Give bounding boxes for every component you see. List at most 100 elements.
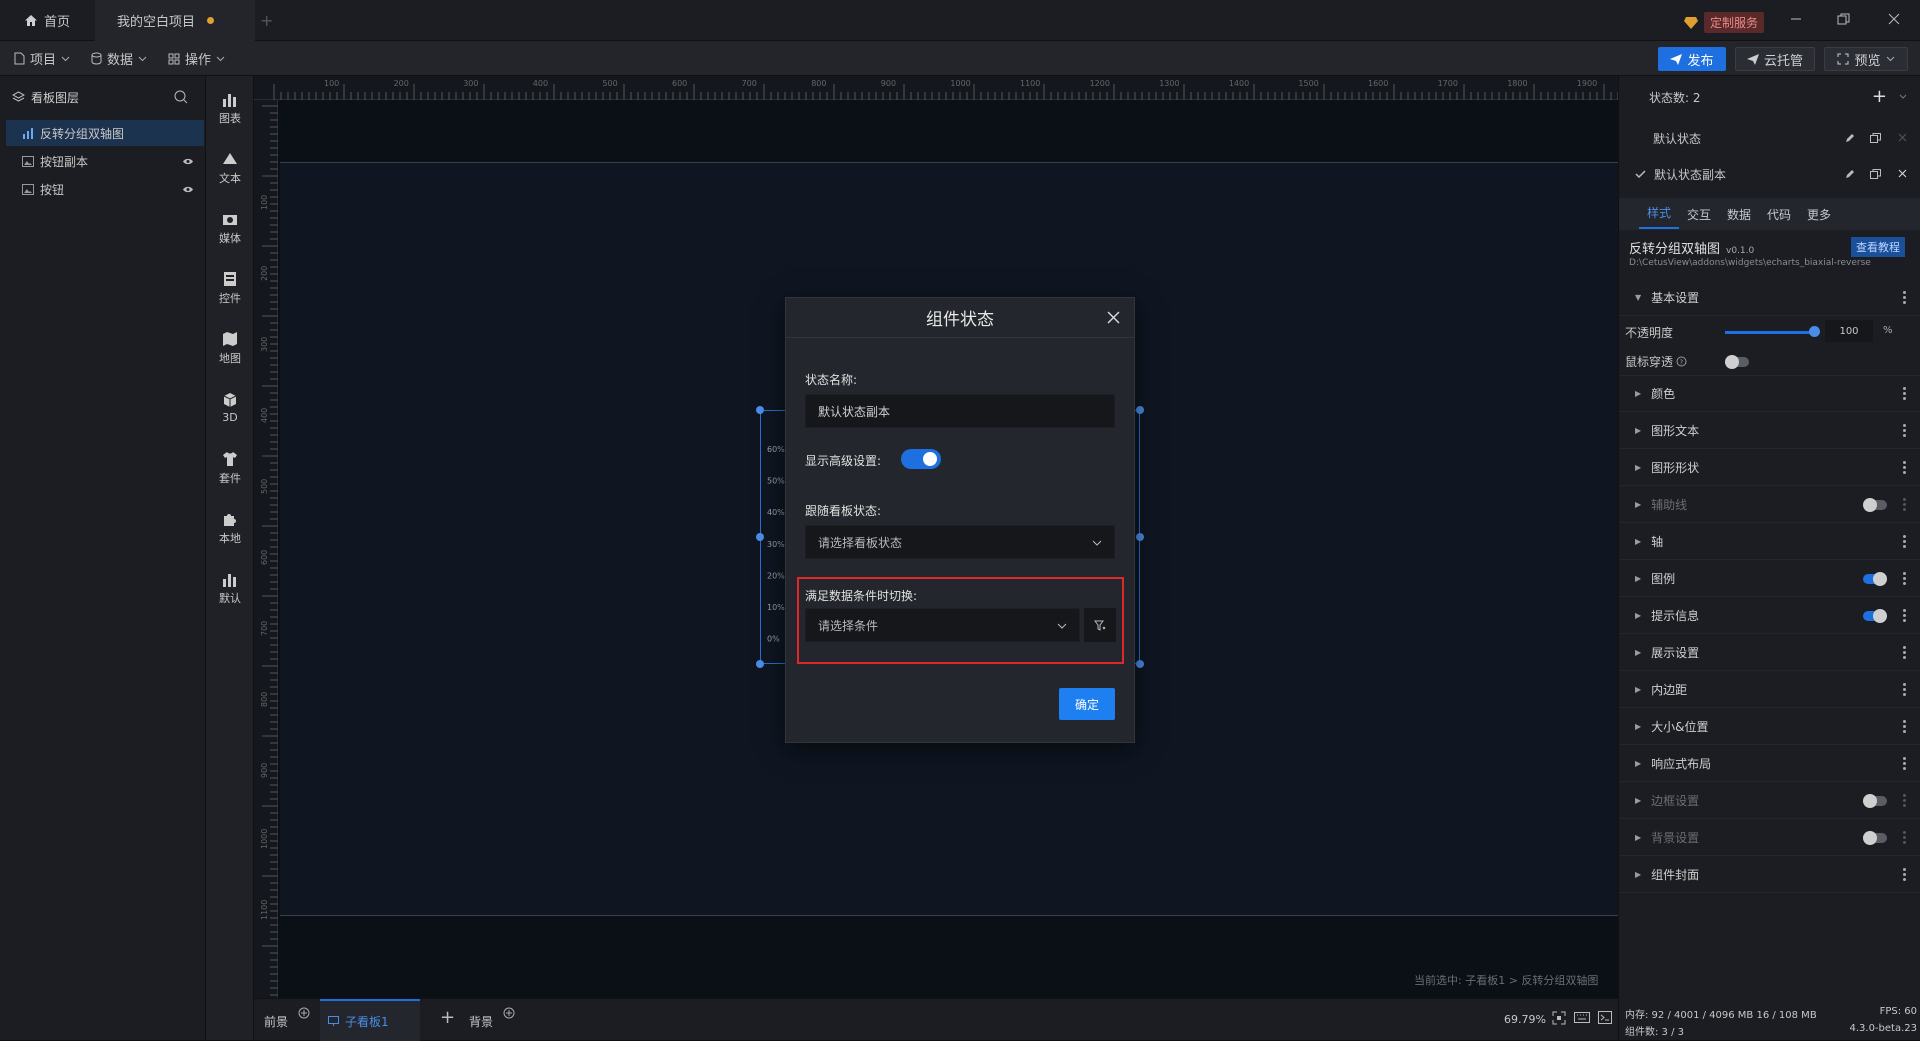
tab-more[interactable]: 更多	[1799, 206, 1839, 223]
layer-item-button-copy[interactable]: 按钮副本	[6, 148, 204, 174]
section-toggle[interactable]	[1863, 498, 1887, 512]
tab-home[interactable]: 首页	[10, 0, 95, 41]
restore-icon[interactable]	[1837, 13, 1850, 25]
opacity-slider-thumb[interactable]	[1809, 326, 1820, 337]
follow-board-select[interactable]: 请选择看板状态	[805, 525, 1115, 559]
section-10[interactable]: ▶ 大小&位置	[1619, 709, 1920, 745]
foreground-tab[interactable]: 前景	[264, 1013, 288, 1030]
library-local[interactable]: 本地	[206, 500, 254, 556]
library-control[interactable]: 控件	[206, 260, 254, 316]
background-tab[interactable]: 背景	[469, 1013, 493, 1030]
fit-screen-icon[interactable]	[1552, 1011, 1566, 1025]
more-icon[interactable]	[1903, 461, 1907, 475]
subboard-tab[interactable]: 子看板1	[320, 999, 420, 1041]
zoom-level[interactable]: 69.79%	[1504, 1013, 1546, 1026]
more-icon[interactable]	[1903, 609, 1907, 623]
terminal-icon[interactable]	[1598, 1011, 1612, 1024]
tab-interaction[interactable]: 交互	[1679, 206, 1719, 223]
menu-project[interactable]: 项目	[14, 41, 70, 76]
chevron-down-icon[interactable]	[1899, 94, 1907, 99]
section-11[interactable]: ▶ 响应式布局	[1619, 746, 1920, 782]
copy-icon[interactable]	[1870, 133, 1881, 143]
add-board-button[interactable]: +	[440, 1007, 455, 1028]
section-basic[interactable]: ▼ 基本设置	[1619, 280, 1920, 316]
delete-icon[interactable]	[1898, 133, 1907, 142]
section-toggle[interactable]	[1863, 831, 1887, 845]
menu-data[interactable]: 数据	[91, 41, 147, 76]
section-13[interactable]: ▶ 背景设置	[1619, 820, 1920, 856]
tutorial-button[interactable]: 查看教程	[1851, 237, 1905, 257]
keyboard-icon[interactable]	[1574, 1012, 1590, 1023]
more-icon[interactable]	[1903, 683, 1907, 697]
edit-icon[interactable]	[1845, 169, 1855, 179]
more-icon[interactable]	[1903, 291, 1907, 305]
resize-handle[interactable]	[756, 406, 764, 414]
state-name-input[interactable]: 默认状态副本	[805, 394, 1115, 428]
close-icon[interactable]	[1107, 311, 1120, 324]
section-toggle[interactable]	[1863, 572, 1887, 586]
eye-icon[interactable]	[182, 157, 194, 166]
more-icon[interactable]	[1903, 646, 1907, 660]
section-2[interactable]: ▶ 图形文本	[1619, 413, 1920, 449]
more-icon[interactable]	[1903, 868, 1907, 882]
tab-code[interactable]: 代码	[1759, 206, 1799, 223]
section-7[interactable]: ▶ 提示信息	[1619, 598, 1920, 634]
tab-data[interactable]: 数据	[1719, 206, 1759, 223]
section-14[interactable]: ▶ 组件封面	[1619, 857, 1920, 893]
menu-ops[interactable]: 操作	[168, 41, 225, 76]
search-icon[interactable]	[174, 90, 188, 104]
add-circle-icon[interactable]	[298, 1007, 310, 1019]
mouse-pass-toggle[interactable]	[1725, 355, 1749, 369]
publish-button[interactable]: 发布	[1658, 47, 1726, 71]
cloud-hosting-button[interactable]: 云托管	[1735, 47, 1815, 71]
library-default[interactable]: 默认	[206, 560, 254, 616]
state-item-default[interactable]: 默认状态	[1619, 122, 1920, 154]
more-icon[interactable]	[1903, 720, 1907, 734]
delete-icon[interactable]	[1898, 169, 1907, 178]
eye-icon[interactable]	[182, 185, 194, 194]
more-icon[interactable]	[1903, 572, 1907, 586]
advanced-toggle[interactable]	[901, 449, 941, 469]
new-tab-button[interactable]: +	[246, 0, 287, 41]
resize-handle[interactable]	[1136, 406, 1144, 414]
minimize-icon[interactable]	[1790, 13, 1802, 25]
library-suite[interactable]: 套件	[206, 440, 254, 496]
more-icon[interactable]	[1903, 498, 1907, 512]
library-3d[interactable]: 3D	[206, 380, 254, 436]
state-item-copy[interactable]: 默认状态副本	[1619, 158, 1920, 190]
section-5[interactable]: ▶ 轴	[1619, 524, 1920, 560]
layer-item-chart[interactable]: 反转分组双轴图	[6, 120, 204, 146]
add-circle-icon[interactable]	[503, 1007, 515, 1019]
section-8[interactable]: ▶ 展示设置	[1619, 635, 1920, 671]
more-icon[interactable]	[1903, 757, 1907, 771]
section-4[interactable]: ▶ 辅助线	[1619, 487, 1920, 523]
library-chart[interactable]: 图表	[206, 80, 254, 136]
section-3[interactable]: ▶ 图形形状	[1619, 450, 1920, 486]
resize-handle[interactable]	[1136, 533, 1144, 541]
edit-icon[interactable]	[1845, 133, 1855, 143]
layer-item-button[interactable]: 按钮	[6, 176, 204, 202]
library-text[interactable]: 文本	[206, 140, 254, 196]
condition-select[interactable]: 请选择条件	[805, 608, 1080, 642]
condition-filter-button[interactable]	[1084, 608, 1116, 642]
resize-handle[interactable]	[756, 533, 764, 541]
close-window-icon[interactable]	[1888, 13, 1900, 25]
resize-handle[interactable]	[1136, 660, 1144, 668]
copy-icon[interactable]	[1870, 169, 1881, 179]
more-icon[interactable]	[1903, 387, 1907, 401]
library-map[interactable]: 地图	[206, 320, 254, 376]
preview-button[interactable]: 预览	[1824, 47, 1908, 71]
section-9[interactable]: ▶ 内边距	[1619, 672, 1920, 708]
ok-button[interactable]: 确定	[1059, 688, 1115, 720]
more-icon[interactable]	[1903, 535, 1907, 549]
tab-style[interactable]: 样式	[1639, 199, 1679, 229]
library-media[interactable]: 媒体	[206, 200, 254, 256]
section-12[interactable]: ▶ 边框设置	[1619, 783, 1920, 819]
more-icon[interactable]	[1903, 831, 1907, 845]
more-icon[interactable]	[1903, 424, 1907, 438]
section-toggle[interactable]	[1863, 794, 1887, 808]
add-state-button[interactable]: +	[1872, 86, 1887, 107]
resize-handle[interactable]	[756, 660, 764, 668]
tab-project[interactable]: 我的空白项目	[95, 0, 255, 41]
section-toggle[interactable]	[1863, 609, 1887, 623]
